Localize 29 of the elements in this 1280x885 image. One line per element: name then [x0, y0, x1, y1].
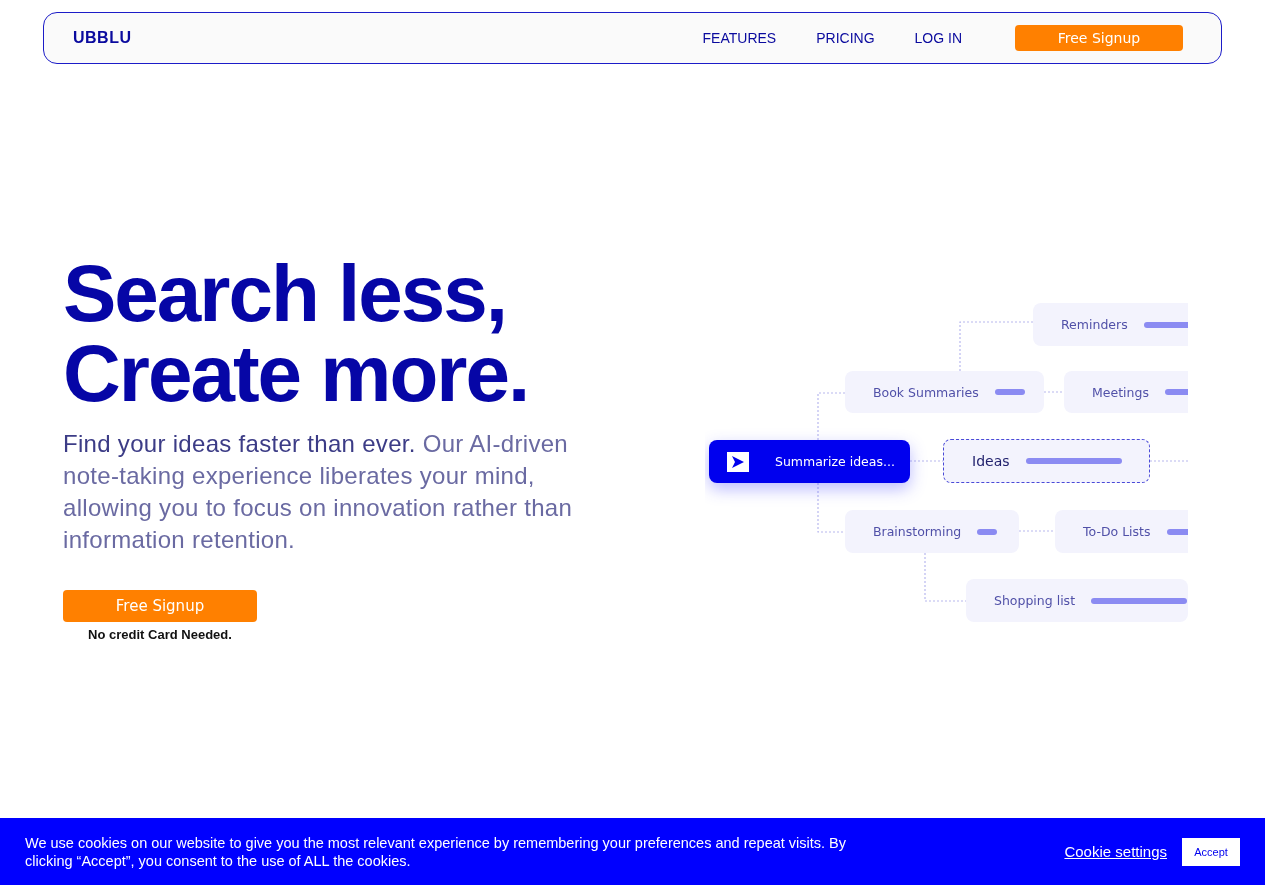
node-label: Book Summaries	[873, 384, 979, 400]
node-label: Ideas	[972, 453, 1010, 469]
cookie-settings-link[interactable]: Cookie settings	[1064, 843, 1167, 860]
signup-note: No credit Card Needed.	[88, 627, 232, 642]
connector-line	[1018, 530, 1056, 532]
send-icon	[727, 451, 749, 472]
connector-line	[1043, 391, 1065, 393]
connector-line	[817, 482, 846, 533]
nav-link[interactable]: PRICING	[816, 30, 875, 46]
headline: Search less, Create more.	[63, 254, 530, 414]
nav-link[interactable]: LOG IN	[914, 30, 962, 46]
subtitle: Find your ideas faster than ever. Our AI-driven note-taking experience liberates your mind, allowing you to focus on innovation rather than information retention.	[63, 429, 574, 555]
accept-button[interactable]: Accept	[1182, 837, 1240, 866]
connector-line	[909, 460, 944, 462]
connector-line	[1149, 460, 1188, 462]
placeholder-bar	[977, 528, 998, 535]
node-label: To-Do Lists	[1083, 524, 1151, 539]
node-label: Meetings	[1092, 384, 1149, 400]
nav-link[interactable]: FEATURES	[702, 30, 777, 46]
connector-line	[924, 552, 967, 602]
node-label: Shopping list	[994, 593, 1076, 608]
node-label: Brainstorming	[873, 524, 962, 539]
placeholder-bar	[1143, 321, 1188, 328]
cookie-message: We use cookies on our website to give you the most relevant experience by remembering your preferences and repeat visits. By clicking “Accept”, you consent to the use of ALL the cookies.	[25, 833, 847, 870]
logo[interactable]: UBBLU	[73, 29, 132, 47]
placeholder-bar	[994, 389, 1025, 395]
connector-line	[817, 392, 846, 441]
summarize-button[interactable]: Summarize ideas...	[709, 440, 910, 483]
node-label: Reminders	[1061, 317, 1128, 332]
